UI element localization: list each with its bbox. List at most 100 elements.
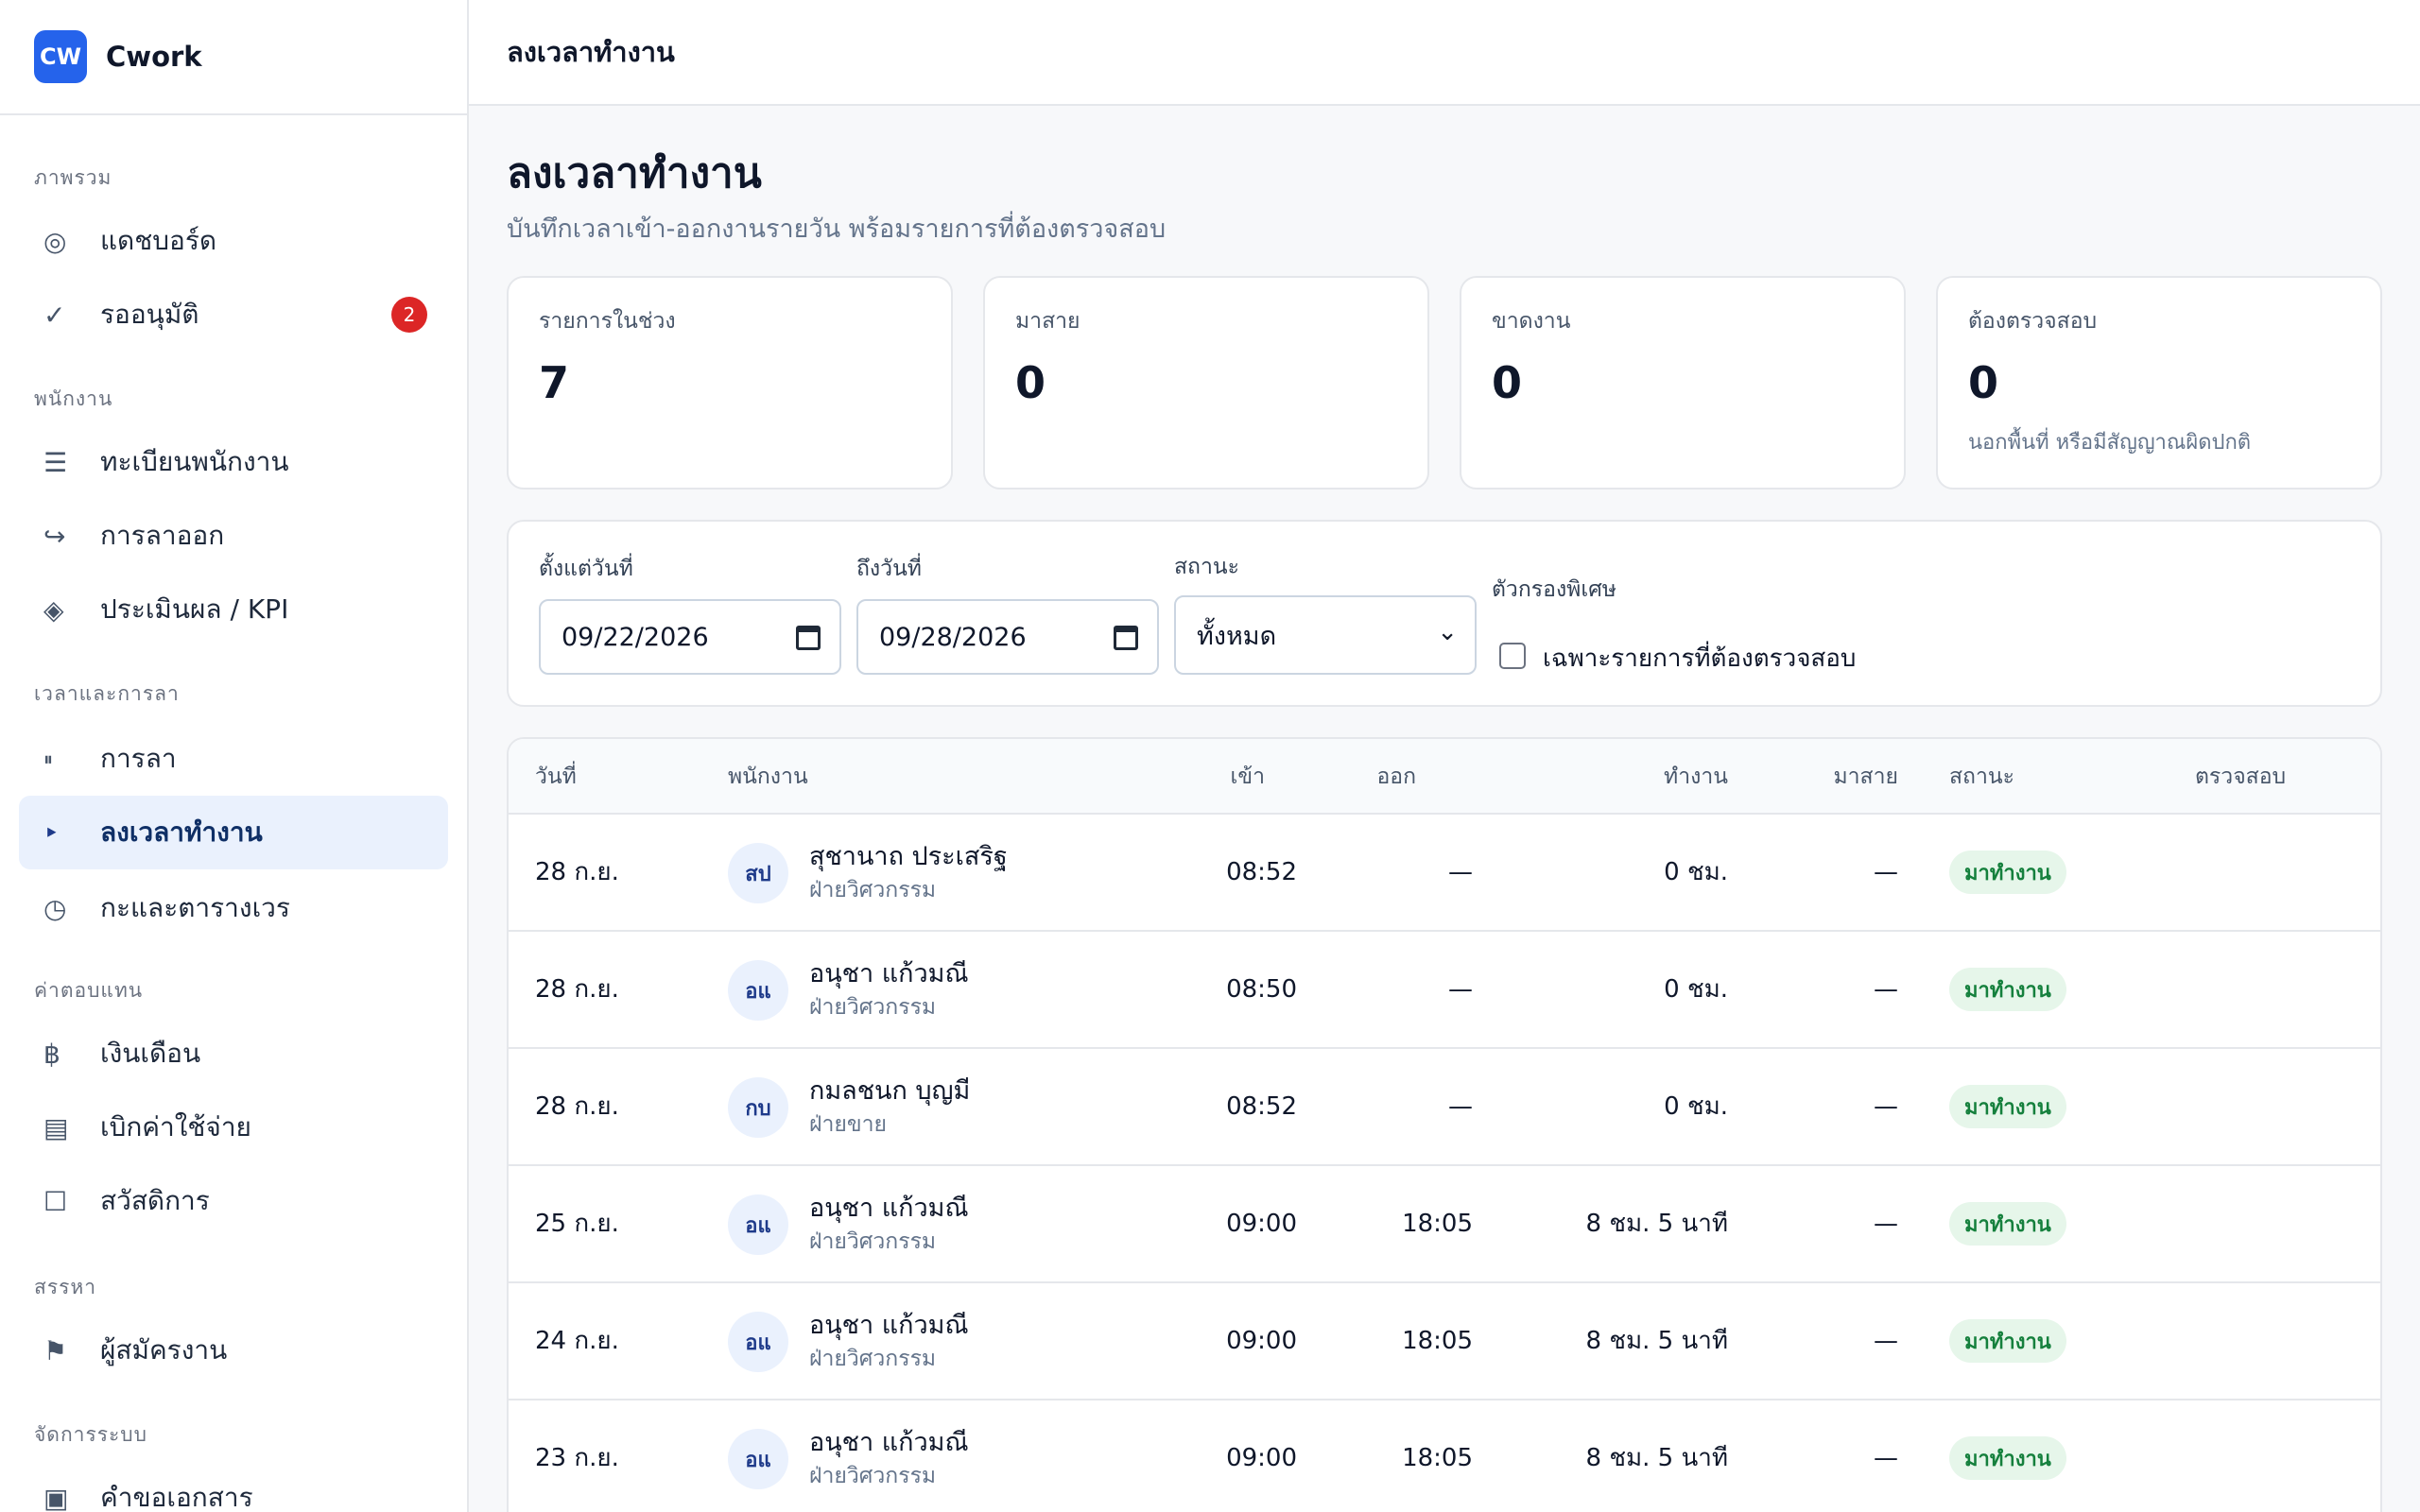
list-icon: ☰ — [43, 446, 68, 478]
status-badge: มาทำงาน — [1949, 1202, 2066, 1246]
column-header-worked[interactable]: ทำงาน — [1548, 739, 1728, 815]
from-date-value: 09/22/2026 — [562, 622, 709, 652]
row-clock-out: 18:05 — [1402, 1210, 1473, 1238]
stat-value: 0 — [1492, 357, 1523, 408]
stat-note: นอกพื้นที่ หรือมีสัญญาณผิดปกติ — [1968, 431, 2252, 455]
avatar: อแ — [728, 1312, 788, 1372]
stat-label: ขาดงาน — [1492, 309, 1571, 334]
sidebar-item-label: ทะเบียนพนักงาน — [100, 446, 289, 477]
employee-name: กมลชนก บุญมี — [809, 1076, 971, 1106]
calendar-icon[interactable] — [1114, 626, 1138, 650]
square-icon: ☐ — [43, 1185, 68, 1217]
nav-group-time-leave: เวลาและการลา — [34, 682, 180, 705]
nav-group-recruitment: สรรหา — [34, 1276, 97, 1298]
sidebar-item-leave[interactable]: ⏸ การลา — [19, 722, 448, 796]
pending-count-badge: 2 — [391, 297, 427, 333]
table-row[interactable]: 28 ก.ย. กบ กมลชนก บุญมี ฝ่ายขาย 08:52 — … — [509, 1049, 2380, 1166]
sidebar-item-payroll[interactable]: ฿ เงินเดือน — [19, 1017, 448, 1091]
to-date-input[interactable]: 09/28/2026 — [856, 599, 1159, 675]
employee-name: อนุชา แก้วมณี — [809, 1311, 969, 1340]
sidebar-item-label: เบิกค่าใช้จ่าย — [100, 1111, 251, 1143]
sidebar-item-label: การลาออก — [100, 520, 225, 551]
sidebar-item-label: กะและตารางเวร — [100, 892, 290, 923]
table-row[interactable]: 25 ก.ย. อแ อนุชา แก้วมณี ฝ่ายวิศวกรรม 09… — [509, 1166, 2380, 1283]
status-badge: มาทำงาน — [1949, 1085, 2066, 1128]
row-worked: 0 ชม. — [1664, 1092, 1728, 1121]
brand-name: Cwork — [106, 41, 202, 73]
row-clock-in: 09:00 — [1226, 1444, 1297, 1472]
sidebar-item-applicants[interactable]: ⚑ ผู้สมัครงาน — [19, 1314, 448, 1387]
row-clock-out: — — [1448, 975, 1473, 1004]
flag-icon: ⚑ — [43, 1334, 68, 1366]
sidebar-item-kpi[interactable]: ◈ ประเมินผล / KPI — [19, 573, 448, 646]
sidebar-item-expenses[interactable]: ▤ เบิกค่าใช้จ่าย — [19, 1091, 448, 1164]
employee-department: ฝ่ายวิศวกรรม — [809, 995, 937, 1020]
sidebar-item-label: รออนุมัติ — [100, 299, 199, 330]
table-row[interactable]: 23 ก.ย. อแ อนุชา แก้วมณี ฝ่ายวิศวกรรม 09… — [509, 1400, 2380, 1512]
row-late: — — [1874, 1444, 1898, 1472]
avatar: กบ — [728, 1077, 788, 1138]
nav-group-admin: จัดการระบบ — [34, 1423, 147, 1446]
chevron-down-icon: ⌄ — [1437, 618, 1458, 646]
special-filter-label: ตัวกรองพิเศษ — [1492, 577, 1616, 602]
row-clock-in: 08:50 — [1226, 975, 1297, 1004]
topbar-title: ลงเวลาทำงาน — [469, 0, 2420, 106]
status-select[interactable]: ทั้งหมด ⌄ — [1174, 595, 1477, 675]
table-row[interactable]: 28 ก.ย. อแ อนุชา แก้วมณี ฝ่ายวิศวกรรม 08… — [509, 932, 2380, 1049]
row-date: 28 ก.ย. — [535, 975, 619, 1004]
column-header-in[interactable]: เข้า — [1170, 739, 1266, 815]
column-header-status[interactable]: สถานะ — [1949, 739, 2014, 815]
stat-value: 0 — [1968, 357, 1999, 408]
dashboard-icon: ◎ — [43, 225, 67, 257]
stat-card-late: มาสาย 0 — [983, 276, 1429, 490]
sidebar-item-employee-registry[interactable]: ☰ ทะเบียนพนักงาน — [19, 425, 448, 499]
sidebar-item-shifts[interactable]: ◷ กะและตารางเวร — [19, 871, 448, 945]
row-worked: 8 ชม. 5 นาที — [1585, 1444, 1728, 1472]
exit-arrow-icon: ↪ — [43, 520, 66, 552]
row-clock-out: — — [1448, 858, 1473, 886]
column-header-employee[interactable]: พนักงาน — [728, 739, 808, 815]
needs-review-checkbox[interactable] — [1499, 643, 1526, 669]
sidebar-item-label: การลา — [100, 743, 177, 774]
sidebar-item-benefits[interactable]: ☐ สวัสดิการ — [19, 1164, 448, 1238]
row-late: — — [1874, 1210, 1898, 1238]
avatar: อแ — [728, 960, 788, 1021]
column-header-review[interactable]: ตรวจสอบ — [2195, 739, 2286, 815]
column-header-out[interactable]: ออก — [1322, 739, 1416, 815]
table-row[interactable]: 28 ก.ย. สป สุชานาถ ประเสริฐ ฝ่ายวิศวกรรม… — [509, 815, 2380, 932]
sidebar-item-dashboard[interactable]: ◎ แดชบอร์ด — [19, 204, 448, 278]
row-clock-in: 09:00 — [1226, 1210, 1297, 1238]
to-date-value: 09/28/2026 — [879, 622, 1027, 652]
sidebar-item-resignation[interactable]: ↪ การลาออก — [19, 499, 448, 573]
sidebar-item-approvals[interactable]: ✓ รออนุมัติ 2 — [19, 278, 448, 352]
row-clock-in: 09:00 — [1226, 1327, 1297, 1355]
nav-group-compensation: ค่าตอบแทน — [34, 979, 144, 1002]
column-header-date[interactable]: วันที่ — [535, 739, 577, 815]
calendar-icon[interactable] — [796, 626, 821, 650]
row-worked: 0 ชม. — [1664, 858, 1728, 886]
page-subtitle: บันทึกเวลาเข้า-ออกงานรายวัน พร้อมรายการท… — [507, 215, 1167, 244]
employee-department: ฝ่ายวิศวกรรม — [809, 1347, 937, 1371]
sidebar-item-document-requests[interactable]: ▣ คำขอเอกสาร — [19, 1461, 448, 1512]
row-date: 28 ก.ย. — [535, 858, 619, 886]
row-worked: 8 ชม. 5 นาที — [1585, 1327, 1728, 1355]
employee-name: อนุชา แก้วมณี — [809, 1428, 969, 1457]
brand[interactable]: CW Cwork — [0, 0, 467, 115]
employee-name: อนุชา แก้วมณี — [809, 1194, 969, 1223]
play-icon: ‣ — [43, 816, 60, 849]
stat-card-absent: ขาดงาน 0 — [1460, 276, 1906, 490]
table-row[interactable]: 24 ก.ย. อแ อนุชา แก้วมณี ฝ่ายวิศวกรรม 09… — [509, 1283, 2380, 1400]
row-clock-in: 08:52 — [1226, 1092, 1297, 1121]
avatar: อแ — [728, 1429, 788, 1489]
needs-review-checkbox-label[interactable]: เฉพาะรายการที่ต้องตรวจสอบ — [1543, 639, 1856, 678]
row-date: 23 ก.ย. — [535, 1444, 619, 1472]
row-worked: 8 ชม. 5 นาที — [1585, 1210, 1728, 1238]
from-date-input[interactable]: 09/22/2026 — [539, 599, 841, 675]
sidebar-item-label: แดชบอร์ด — [100, 225, 217, 256]
row-date: 25 ก.ย. — [535, 1210, 619, 1238]
sidebar-item-time-attendance[interactable]: ‣ ลงเวลาทำงาน — [19, 796, 448, 869]
status-select-value: ทั้งหมด — [1197, 621, 1277, 651]
sidebar-item-label: ลงเวลาทำงาน — [100, 816, 263, 848]
column-header-late[interactable]: มาสาย — [1737, 739, 1898, 815]
row-clock-out: 18:05 — [1402, 1444, 1473, 1472]
